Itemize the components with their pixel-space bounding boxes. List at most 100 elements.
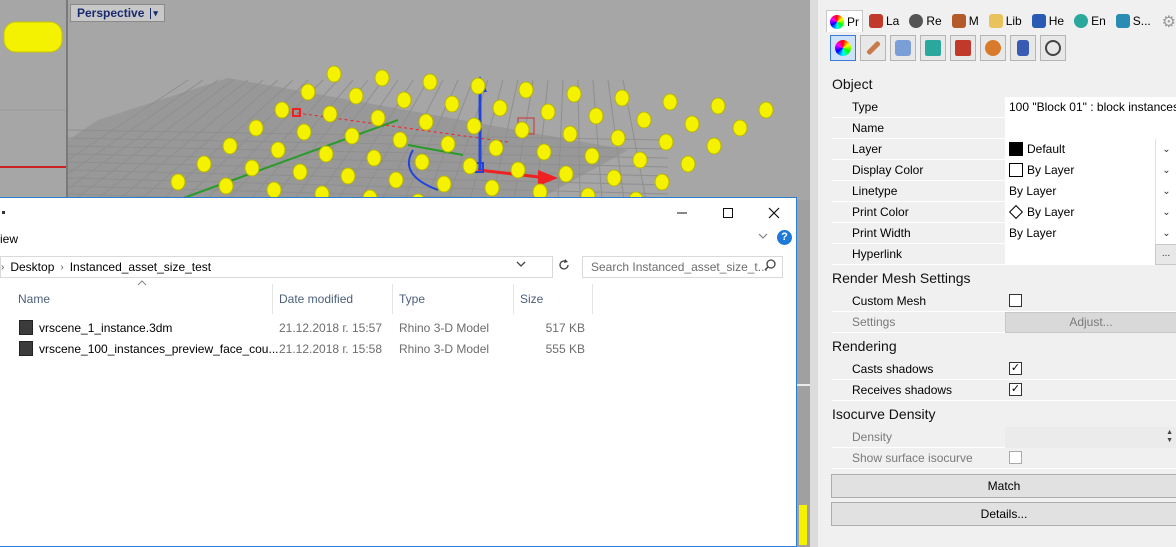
adjust-button[interactable]: Adjust...	[1005, 312, 1176, 333]
search-input[interactable]: Search Instanced_asset_size_t...	[582, 256, 783, 278]
tab-render[interactable]: Re	[905, 10, 946, 32]
top-viewport[interactable]	[0, 0, 66, 200]
block-instance[interactable]	[418, 113, 434, 131]
block-instance[interactable]	[348, 87, 364, 105]
display-color-select[interactable]: By Layer	[1005, 160, 1176, 181]
tab-libraries[interactable]: Lib	[984, 10, 1026, 32]
column-name[interactable]: Name	[12, 284, 273, 314]
spinner-icon[interactable]: ▲ ▼	[1166, 429, 1173, 445]
block-instance[interactable]	[436, 175, 452, 193]
block-instance[interactable]	[170, 173, 186, 191]
block-instance[interactable]	[492, 99, 508, 117]
block-instance[interactable]	[440, 135, 456, 153]
block-instance[interactable]	[196, 155, 212, 173]
explorer-titlebar[interactable]	[0, 198, 796, 228]
block-instance[interactable]	[218, 177, 234, 195]
print-color-select[interactable]: By Layer	[1005, 202, 1176, 223]
hyperlink-browse-button[interactable]: ...	[1155, 244, 1176, 265]
linetype-select[interactable]: By Layer	[1005, 181, 1176, 202]
perspective-viewport[interactable]	[68, 0, 810, 200]
block-instance[interactable]	[732, 119, 748, 137]
block-instance[interactable]	[614, 89, 630, 107]
block-instance[interactable]	[414, 153, 430, 171]
mesh-button[interactable]	[1010, 35, 1036, 61]
breadcrumb-chevron-icon[interactable]: ›	[1, 262, 4, 273]
block-instance[interactable]	[758, 101, 774, 119]
vray-button[interactable]	[950, 35, 976, 61]
block-instance[interactable]	[706, 137, 722, 155]
tab-environment[interactable]: En	[1070, 10, 1110, 32]
block-instance[interactable]	[484, 179, 500, 197]
block-instance[interactable]	[266, 181, 282, 199]
details-button[interactable]: Details...	[831, 502, 1176, 526]
chevron-down-icon[interactable]: ⌄	[1155, 139, 1176, 160]
block-instance[interactable]	[636, 111, 652, 129]
column-size[interactable]: Size	[514, 284, 593, 314]
block-instance[interactable]	[540, 103, 556, 121]
match-button[interactable]: Match	[831, 474, 1176, 498]
block-instance[interactable]	[536, 143, 552, 161]
tab-materials[interactable]: M	[947, 10, 983, 32]
receives-shadows-checkbox[interactable]: ✓	[1009, 383, 1022, 396]
file-row[interactable]: vrscene_1_instance.3dm 21.12.2018 г. 15:…	[0, 318, 600, 339]
material-button[interactable]	[860, 35, 886, 61]
block-instance[interactable]	[300, 83, 316, 101]
block-instance[interactable]	[588, 107, 604, 125]
block-instance[interactable]	[470, 77, 486, 95]
block-instance[interactable]	[518, 81, 534, 99]
block-instance[interactable]	[296, 123, 312, 141]
minimize-button[interactable]	[659, 198, 705, 228]
block-instance[interactable]	[366, 149, 382, 167]
block-instance[interactable]	[662, 93, 678, 111]
block-instance[interactable]	[370, 109, 386, 127]
texture-mapping-button[interactable]	[890, 35, 916, 61]
block-instance[interactable]	[558, 165, 574, 183]
tab-layers[interactable]: La	[865, 10, 904, 32]
block-instance[interactable]	[566, 85, 582, 103]
help-icon[interactable]: ?	[777, 230, 792, 245]
address-dropdown-icon[interactable]	[516, 260, 526, 271]
block-instance[interactable]	[222, 137, 238, 155]
print-width-select[interactable]: By Layer	[1005, 223, 1176, 244]
column-date-modified[interactable]: Date modified	[273, 284, 393, 314]
block-instance[interactable]	[710, 97, 726, 115]
hyperlink-input[interactable]	[1005, 244, 1176, 265]
object-properties-button[interactable]	[830, 35, 856, 61]
chevron-down-icon[interactable]: ⌄	[1155, 223, 1176, 244]
custom-mesh-checkbox[interactable]	[1009, 294, 1022, 307]
check-button[interactable]	[1040, 35, 1066, 61]
column-type[interactable]: Type	[393, 284, 514, 314]
block-instance[interactable]	[318, 145, 334, 163]
tab-help[interactable]: He	[1027, 10, 1069, 32]
block-instance[interactable]	[396, 91, 412, 109]
block-instance[interactable]	[388, 171, 404, 189]
block-instance[interactable]	[488, 139, 504, 157]
expand-ribbon-icon[interactable]	[758, 231, 768, 244]
block-instance[interactable]	[274, 101, 290, 119]
block-instance[interactable]	[422, 73, 438, 91]
block-instance[interactable]	[374, 69, 390, 87]
block-instance[interactable]	[462, 157, 478, 175]
breadcrumb-folder[interactable]: Instanced_asset_size_test	[70, 260, 211, 274]
displacement-button[interactable]	[980, 35, 1006, 61]
block-instance[interactable]	[680, 155, 696, 173]
block-instance[interactable]	[466, 117, 482, 135]
block-instance[interactable]	[684, 115, 700, 133]
block-instance[interactable]	[606, 169, 622, 187]
casts-shadows-checkbox[interactable]: ✓	[1009, 362, 1022, 375]
breadcrumb-chevron-icon[interactable]: ›	[60, 262, 63, 273]
refresh-button[interactable]	[556, 256, 572, 278]
block-instance[interactable]	[632, 151, 648, 169]
block-instance[interactable]	[292, 163, 308, 181]
chevron-down-icon[interactable]: ⌄	[1155, 181, 1176, 202]
block-instance[interactable]	[322, 105, 338, 123]
close-button[interactable]	[751, 198, 797, 228]
block-instance[interactable]	[326, 65, 342, 83]
block-instance[interactable]	[654, 173, 670, 191]
gear-icon[interactable]: ⚙	[1162, 12, 1176, 32]
block-instance[interactable]	[562, 125, 578, 143]
block-instance[interactable]	[392, 131, 408, 149]
block-instance[interactable]	[658, 133, 674, 151]
tab-properties[interactable]: Pr	[826, 10, 863, 32]
block-instance[interactable]	[340, 167, 356, 185]
